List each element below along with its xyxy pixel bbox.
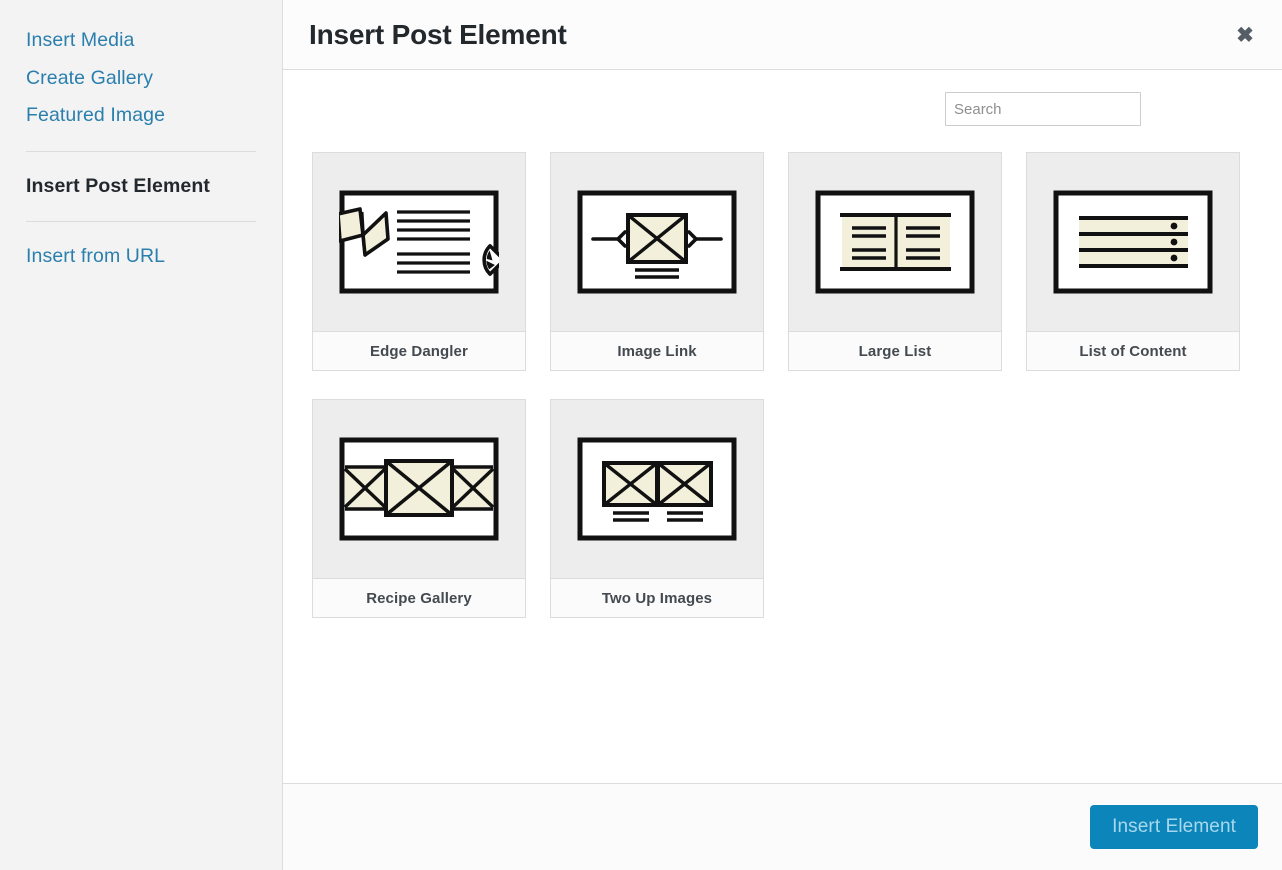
element-card-edge-dangler[interactable]: Edge Dangler	[312, 152, 526, 371]
image-link-icon	[551, 153, 763, 331]
element-label: Two Up Images	[551, 578, 763, 617]
sidebar-item-insert-media[interactable]: Insert Media	[0, 22, 282, 60]
list-of-content-icon	[1027, 153, 1239, 331]
element-label: Image Link	[551, 331, 763, 370]
sidebar-item-create-gallery[interactable]: Create Gallery	[0, 60, 282, 98]
element-card-large-list[interactable]: Large List	[788, 152, 1002, 371]
recipe-gallery-icon	[313, 400, 525, 578]
modal-header: Insert Post Element ✖	[283, 0, 1282, 70]
element-card-list-of-content[interactable]: List of Content	[1026, 152, 1240, 371]
search-input[interactable]	[945, 92, 1141, 126]
element-label: Edge Dangler	[313, 331, 525, 370]
element-grid: Edge Dangler Image Link Large List List …	[312, 152, 1253, 618]
page-title: Insert Post Element	[309, 18, 567, 50]
close-icon[interactable]: ✖	[1230, 20, 1260, 50]
sidebar-item-featured-image[interactable]: Featured Image	[0, 97, 282, 135]
two-up-images-icon	[551, 400, 763, 578]
insert-post-element-modal: Insert Media Create Gallery Featured Ima…	[0, 0, 1282, 870]
sidebar-item-insert-post-element[interactable]: Insert Post Element	[0, 168, 282, 206]
media-modal-sidebar: Insert Media Create Gallery Featured Ima…	[0, 0, 283, 870]
modal-panel: Insert Post Element ✖ Search Edge Dangle…	[283, 0, 1282, 870]
sidebar-item-insert-from-url[interactable]: Insert from URL	[0, 238, 282, 276]
insert-element-button[interactable]: Insert Element	[1090, 805, 1258, 849]
element-label: List of Content	[1027, 331, 1239, 370]
element-label: Large List	[789, 331, 1001, 370]
element-label: Recipe Gallery	[313, 578, 525, 617]
element-card-two-up-images[interactable]: Two Up Images	[550, 399, 764, 618]
modal-body: Edge Dangler	[283, 70, 1282, 783]
element-card-image-link[interactable]: Image Link	[550, 152, 764, 371]
edge-dangler-icon	[313, 153, 525, 331]
large-list-icon	[789, 153, 1001, 331]
sidebar-divider-top	[26, 150, 256, 152]
search-row	[312, 92, 1253, 126]
sidebar-divider-bottom	[26, 221, 256, 222]
modal-footer: Insert Element	[283, 783, 1282, 870]
element-card-recipe-gallery[interactable]: Recipe Gallery	[312, 399, 526, 618]
